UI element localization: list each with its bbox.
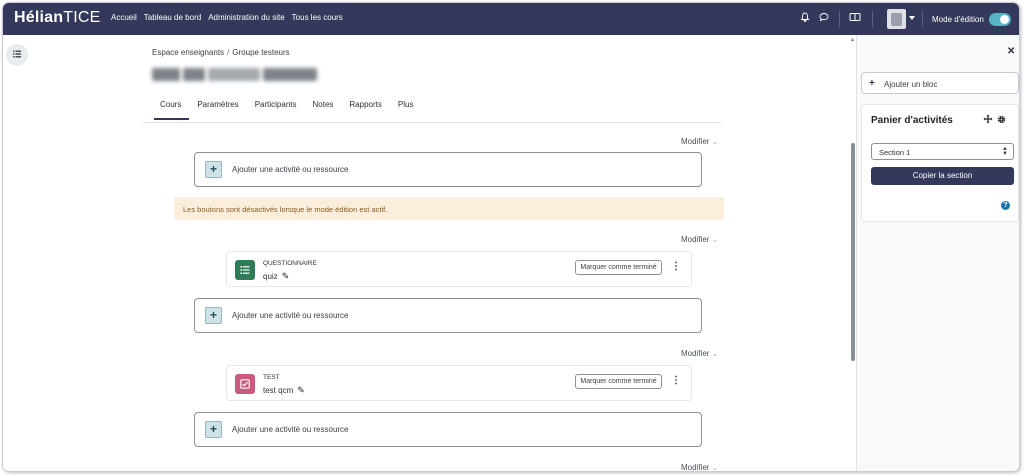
navbar-divider xyxy=(922,11,923,27)
primary-navigation: Accueil Tableau de bord Administration d… xyxy=(111,13,343,22)
activity-name: quiz xyxy=(263,272,278,281)
nav-link-dashboard[interactable]: Tableau de bord xyxy=(144,13,201,22)
kebab-menu-icon[interactable]: ⋮ xyxy=(671,261,681,272)
navbar-divider xyxy=(872,11,873,27)
modifier-label: Modifier xyxy=(681,349,710,358)
modifier-label: Modifier xyxy=(681,235,710,244)
activity-item-quiz: QUESTIONNAIRE quiz ✎ Marquer comme termin… xyxy=(226,251,692,287)
edit-section-menu[interactable]: Modifier ⌄ xyxy=(681,463,719,472)
move-icon[interactable] xyxy=(983,114,993,127)
tab-course[interactable]: Cours xyxy=(152,100,190,120)
pencil-icon[interactable]: ✎ xyxy=(293,385,305,395)
activity-name: test qcm xyxy=(263,386,294,395)
mark-done-button[interactable]: Marquer comme terminé xyxy=(575,374,662,389)
edit-section-menu[interactable]: Modifier ⌄ xyxy=(681,349,718,358)
breadcrumb-item-group[interactable]: Groupe testeurs xyxy=(232,48,289,57)
close-icon[interactable]: ✕ xyxy=(1007,46,1015,57)
site-logo[interactable]: HélianTICE xyxy=(14,9,100,27)
add-activity-label: Ajouter une activité ou ressource xyxy=(232,165,349,174)
activity-name-link[interactable]: test qcm ✎ xyxy=(263,385,305,396)
block-title: Panier d'activités xyxy=(871,115,953,126)
navbar-divider xyxy=(839,11,840,27)
blurred-text xyxy=(208,68,260,81)
plus-icon: + xyxy=(205,307,222,324)
tabs-divider xyxy=(143,122,721,123)
section-select-value: Section 1 xyxy=(879,148,911,157)
plus-icon: + xyxy=(869,78,875,89)
add-activity-button[interactable]: + Ajouter une activité ou ressource xyxy=(194,298,702,333)
checkbox-icon xyxy=(235,374,255,394)
add-block-button[interactable]: + Ajouter un bloc xyxy=(861,72,1019,94)
activity-name-link[interactable]: quiz ✎ xyxy=(263,271,289,282)
user-avatar[interactable] xyxy=(887,9,906,29)
edit-mode-toggle[interactable] xyxy=(989,13,1011,26)
book-icon[interactable] xyxy=(849,12,861,25)
copy-section-button[interactable]: Copier la section xyxy=(871,167,1014,185)
top-navbar: HélianTICE Accueil Tableau de bord Admin… xyxy=(3,3,1019,35)
quiz-list-icon xyxy=(235,260,255,280)
caret-icon: ⌄ xyxy=(711,235,719,244)
activity-item-test: TEST test qcm ✎ Marquer comme terminé ⋮ xyxy=(226,365,692,401)
edit-mode-label: Mode d'édition xyxy=(932,15,984,24)
edit-section-menu[interactable]: Modifier ⌄ xyxy=(681,137,718,146)
modifier-label: Modifier xyxy=(681,463,710,472)
edit-section-menu[interactable]: Modifier ⌄ xyxy=(681,235,718,244)
activity-type: QUESTIONNAIRE xyxy=(263,260,317,267)
plus-icon: + xyxy=(205,421,222,438)
select-arrows-icon: ▲ ▼ xyxy=(1002,146,1008,157)
blurred-text xyxy=(152,68,180,81)
scrollbar-thumb[interactable] xyxy=(851,143,855,361)
bell-icon[interactable] xyxy=(800,12,810,25)
blurred-text xyxy=(183,68,205,81)
nav-link-home[interactable]: Accueil xyxy=(111,13,137,22)
list-icon xyxy=(13,50,21,60)
help-icon[interactable]: ? xyxy=(1001,201,1010,210)
course-index-toggle[interactable] xyxy=(6,44,28,66)
section-select[interactable]: Section 1 ▲ ▼ xyxy=(871,143,1014,160)
add-activity-label: Ajouter une activité ou ressource xyxy=(232,425,349,434)
logo-text-main: Hélian xyxy=(14,9,64,26)
nav-link-site-admin[interactable]: Administration du site xyxy=(208,13,284,22)
pencil-icon[interactable]: ✎ xyxy=(278,271,290,281)
tab-reports[interactable]: Rapports xyxy=(341,100,389,120)
tab-settings[interactable]: Paramètres xyxy=(189,100,246,120)
caret-icon: ⌄ xyxy=(711,137,719,146)
tab-participants[interactable]: Participants xyxy=(247,100,305,120)
add-activity-label: Ajouter une activité ou ressource xyxy=(232,311,349,320)
kebab-menu-icon[interactable]: ⋮ xyxy=(671,375,681,386)
breadcrumb: Espace enseignants / Groupe testeurs xyxy=(152,48,290,57)
activity-type: TEST xyxy=(263,374,280,381)
add-activity-button[interactable]: + Ajouter une activité ou ressource xyxy=(194,412,702,447)
blurred-text xyxy=(263,68,317,81)
course-tabs: Cours Paramètres Participants Notes Rapp… xyxy=(152,100,421,120)
logo-text-tice: TICE xyxy=(63,9,101,26)
browser-frame: HélianTICE Accueil Tableau de bord Admin… xyxy=(2,2,1020,472)
gear-icon[interactable] xyxy=(997,115,1006,126)
chat-icon[interactable] xyxy=(819,12,829,25)
activity-basket-block: Panier d'activités Section 1 ▲ ▼ Copier l… xyxy=(861,104,1019,222)
tab-more[interactable]: Plus xyxy=(390,100,422,120)
caret-icon: ⌄ xyxy=(711,349,719,358)
page-title-blurred xyxy=(152,66,328,83)
breadcrumb-item-teachers[interactable]: Espace enseignants xyxy=(152,48,224,57)
edit-mode-alert: Les boutons sont désactivés lorsque le m… xyxy=(174,197,724,220)
caret-icon: ⌄ xyxy=(711,463,719,472)
block-drawer: ✕ + Ajouter un bloc Panier d'activités S… xyxy=(856,35,1019,471)
add-activity-button[interactable]: + Ajouter une activité ou ressource xyxy=(194,152,702,187)
modifier-label: Modifier xyxy=(681,137,710,146)
nav-link-all-courses[interactable]: Tous les cours xyxy=(292,13,343,22)
mark-done-button[interactable]: Marquer comme terminé xyxy=(575,260,662,275)
tab-grades[interactable]: Notes xyxy=(305,100,342,120)
alert-text: Les boutons sont désactivés lorsque le m… xyxy=(183,205,388,214)
plus-icon: + xyxy=(205,161,222,178)
add-block-label: Ajouter un bloc xyxy=(884,80,938,89)
chevron-down-icon[interactable] xyxy=(909,16,915,20)
